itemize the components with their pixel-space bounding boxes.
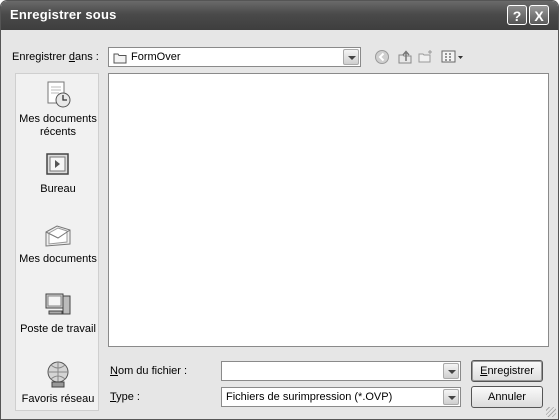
filename-label: Nom du fichier :: [110, 365, 188, 377]
cancel-button[interactable]: Annuler: [471, 386, 543, 408]
save-in-label: Enregistrer dans :: [12, 51, 99, 63]
save-as-dialog: Enregistrer sous ? X Enregistrer dans : …: [0, 0, 559, 420]
place-my-documents[interactable]: Mes documents: [16, 220, 100, 266]
save-button[interactable]: Enregistrer: [471, 360, 543, 382]
my-computer-icon: [43, 290, 73, 320]
network-places-icon: [43, 360, 73, 390]
chevron-down-icon[interactable]: [443, 363, 459, 379]
my-documents-icon: [43, 220, 73, 250]
place-desktop[interactable]: Bureau: [16, 150, 100, 196]
new-folder-icon[interactable]: [417, 49, 435, 65]
place-my-computer[interactable]: Poste de travail: [16, 290, 100, 336]
save-in-value: FormOver: [131, 51, 181, 63]
help-button[interactable]: ?: [507, 5, 527, 25]
file-type-label: Type :: [110, 391, 140, 403]
save-in-combobox[interactable]: FormOver: [108, 47, 361, 67]
file-list-view[interactable]: [108, 73, 549, 347]
up-folder-icon[interactable]: [396, 49, 414, 65]
place-label: Mes documents: [19, 253, 97, 265]
recent-documents-icon: [43, 80, 73, 110]
place-label: Bureau: [40, 183, 76, 195]
view-menu-icon[interactable]: [441, 49, 465, 65]
back-icon[interactable]: [373, 49, 391, 65]
file-type-select[interactable]: Fichiers de surimpression (*.OVP): [221, 387, 461, 407]
file-type-value: Fichiers de surimpression (*.OVP): [226, 391, 393, 403]
place-network[interactable]: Favoris réseau: [16, 360, 100, 406]
desktop-icon: [43, 150, 73, 180]
filename-input[interactable]: [221, 361, 461, 381]
place-label: Mes documents récents: [19, 113, 97, 138]
places-bar: Mes documents récents Bureau Mes documen…: [15, 73, 99, 411]
place-label: Favoris réseau: [21, 393, 95, 405]
close-button[interactable]: X: [529, 5, 549, 25]
place-recent-documents[interactable]: Mes documents récents: [16, 80, 100, 139]
resize-grip-icon[interactable]: [546, 407, 556, 417]
place-label: Poste de travail: [20, 323, 96, 335]
chevron-down-icon[interactable]: [343, 49, 359, 65]
folder-icon: [113, 52, 127, 67]
dialog-title: Enregistrer sous: [10, 7, 117, 22]
chevron-down-icon[interactable]: [443, 389, 459, 405]
title-bar[interactable]: Enregistrer sous ? X: [1, 1, 558, 30]
